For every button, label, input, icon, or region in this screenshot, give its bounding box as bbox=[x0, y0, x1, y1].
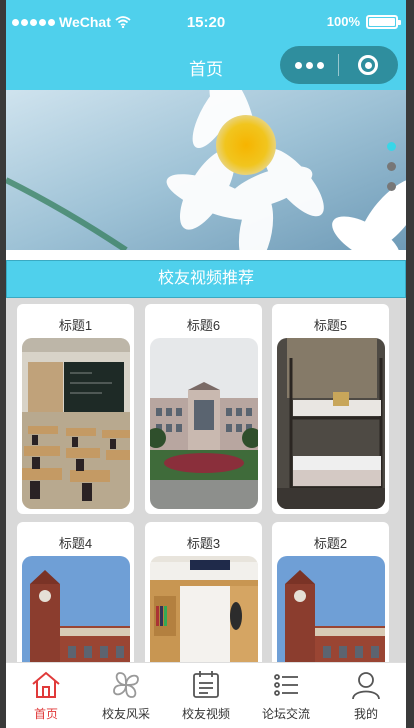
battery-percent: 100% bbox=[326, 14, 360, 29]
card-image-dorm-desk bbox=[150, 556, 258, 662]
banner-carousel[interactable] bbox=[6, 90, 406, 250]
banner-dot[interactable] bbox=[387, 182, 396, 191]
video-board-icon bbox=[193, 671, 219, 698]
tab-label: 校友视频 bbox=[181, 707, 230, 721]
banner-image bbox=[6, 90, 406, 250]
card-title: 标题3 bbox=[186, 536, 221, 551]
card-image-classroom bbox=[22, 338, 130, 509]
tab-label: 我的 bbox=[353, 707, 378, 721]
tab-label: 校友风采 bbox=[101, 707, 150, 721]
user-icon bbox=[352, 672, 380, 700]
video-card[interactable]: 标题2 bbox=[272, 522, 389, 662]
nav-bar: 首页 bbox=[6, 44, 406, 90]
clover-icon bbox=[113, 672, 139, 698]
card-title: 标题5 bbox=[313, 318, 348, 333]
video-card[interactable]: 标题6 bbox=[145, 304, 262, 514]
tab-mine[interactable]: 我的 bbox=[326, 663, 406, 728]
more-options-button[interactable] bbox=[280, 61, 338, 69]
tab-forum[interactable]: 论坛交流 bbox=[246, 663, 326, 728]
close-button[interactable] bbox=[339, 55, 397, 75]
section-header: 校友视频推荐 bbox=[6, 260, 406, 298]
card-title: 标题4 bbox=[58, 536, 93, 551]
status-bar: WeChat 15:20 100% bbox=[6, 0, 406, 44]
tab-label: 首页 bbox=[33, 707, 58, 721]
card-image-dorm-bunk bbox=[277, 338, 385, 509]
phone-screen: WeChat 15:20 100% 首页 校友视频推荐 标题1 标题6 标题5 … bbox=[6, 0, 406, 728]
tab-alumni-style[interactable]: 校友风采 bbox=[86, 663, 166, 728]
video-card[interactable]: 标题4 bbox=[17, 522, 134, 662]
tab-bar: 首页 校友风采 校友视频 论坛交流 我的 bbox=[6, 662, 406, 728]
video-card[interactable]: 标题5 bbox=[272, 304, 389, 514]
banner-spacer bbox=[6, 250, 406, 260]
status-right: 100% bbox=[326, 14, 401, 29]
card-image-campus-building bbox=[150, 338, 258, 509]
card-image-clock-tower bbox=[22, 556, 130, 662]
tab-home[interactable]: 首页 bbox=[6, 663, 86, 728]
video-grid: 标题1 标题6 标题5 标题4 标题3 标题2 bbox=[6, 298, 406, 662]
banner-indicator bbox=[387, 142, 396, 191]
tab-label: 论坛交流 bbox=[261, 707, 310, 721]
card-title: 标题1 bbox=[58, 318, 93, 333]
list-icon bbox=[274, 674, 298, 696]
banner-dot-active[interactable] bbox=[387, 142, 396, 151]
card-title: 标题6 bbox=[186, 318, 221, 333]
home-icon bbox=[32, 671, 60, 698]
mini-program-capsule bbox=[280, 46, 398, 84]
banner-dot[interactable] bbox=[387, 162, 396, 171]
card-title: 标题2 bbox=[313, 536, 348, 551]
video-card[interactable]: 标题1 bbox=[17, 304, 134, 514]
battery-icon bbox=[366, 14, 401, 29]
close-ring-icon bbox=[358, 55, 378, 75]
card-image-clock-tower bbox=[277, 556, 385, 662]
tab-alumni-video[interactable]: 校友视频 bbox=[166, 663, 246, 728]
video-card[interactable]: 标题3 bbox=[145, 522, 262, 662]
